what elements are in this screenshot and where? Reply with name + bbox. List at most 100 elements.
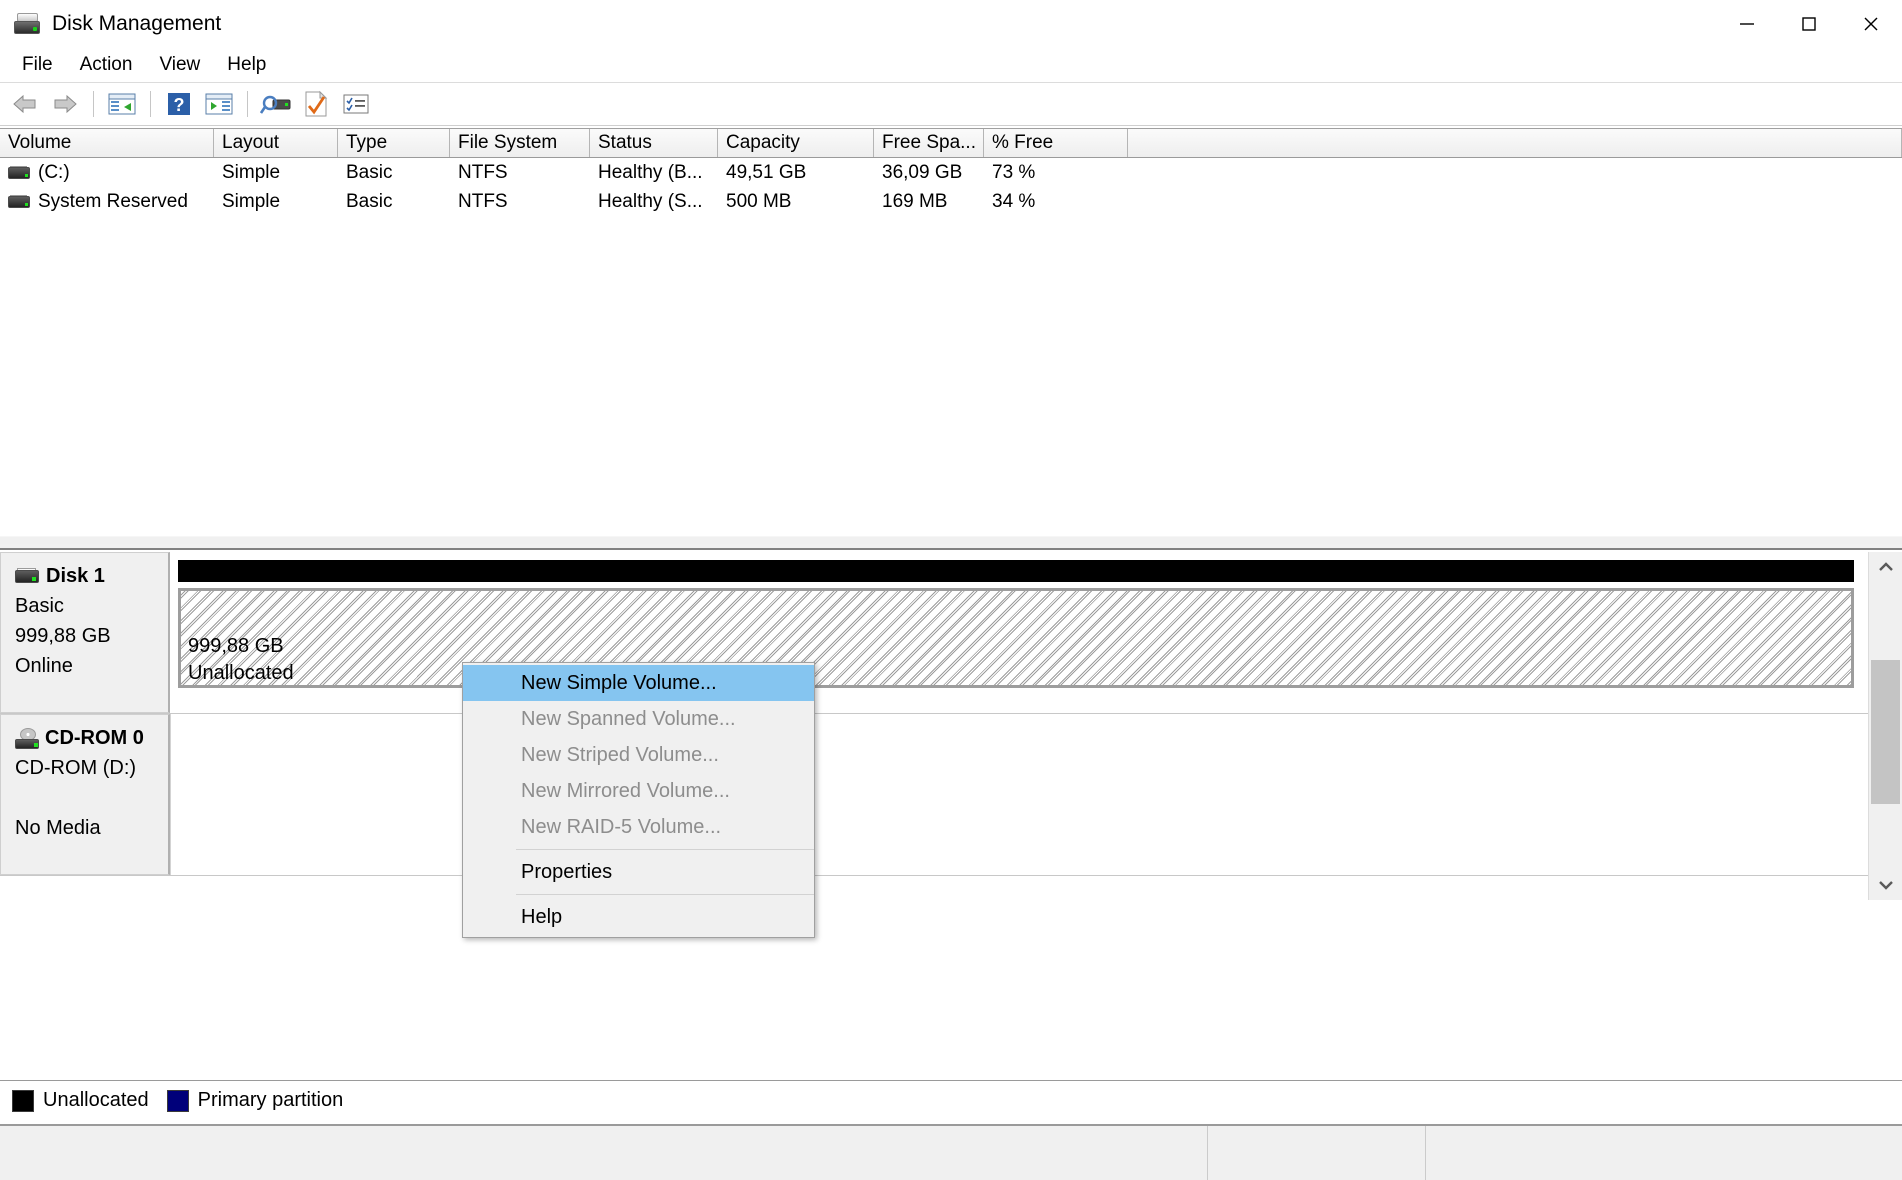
menu-help[interactable]: Help <box>215 51 278 79</box>
cell-free-space: 36,09 GB <box>882 161 963 183</box>
close-button[interactable] <box>1840 0 1902 48</box>
disk-name: CD-ROM 0 <box>45 727 144 749</box>
disk-row-cdrom0[interactable]: CD-ROM 0 CD-ROM (D:) No Media <box>0 714 1868 876</box>
partition-label: 999,88 GB Unallocated <box>188 633 294 685</box>
toolbar-separator <box>150 91 151 117</box>
context-menu-separator <box>515 849 814 850</box>
disk-drive-icon <box>15 568 39 583</box>
status-bar <box>0 1124 1902 1180</box>
column-header-capacity[interactable]: Capacity <box>718 129 874 157</box>
disk-state: Online <box>15 655 73 677</box>
column-header-status[interactable]: Status <box>590 129 718 157</box>
menu-item-new-mirrored-volume: New Mirrored Volume... <box>521 779 730 802</box>
disk-name: Disk 1 <box>46 565 105 587</box>
column-header-file-system[interactable]: File System <box>450 129 590 157</box>
menu-bar: File Action View Help <box>0 48 1902 82</box>
disk-title: CD-ROM 0 <box>15 727 158 750</box>
title-bar: Disk Management <box>0 0 1902 48</box>
disk-size: 999,88 GB <box>15 625 111 647</box>
menu-item-new-raid5-volume: New RAID-5 Volume... <box>521 815 722 838</box>
menu-view[interactable]: View <box>147 51 212 79</box>
toolbar-separator <box>93 91 94 117</box>
toolbar: ? <box>0 82 1902 126</box>
disk-type: CD-ROM (D:) <box>15 757 137 779</box>
disk-drive-icon <box>14 13 40 35</box>
column-header-free-space[interactable]: Free Spa... <box>874 129 984 157</box>
cell-type: Basic <box>346 190 393 212</box>
table-row[interactable]: System Reserved Simple Basic NTFS Health… <box>0 187 1902 216</box>
graphical-view-scrollbar[interactable] <box>1868 552 1902 900</box>
menu-item-new-simple-volume[interactable]: New Simple Volume... <box>463 665 814 701</box>
unallocated-hatch-pattern <box>181 591 1851 685</box>
partition-status: Unallocated <box>188 662 294 684</box>
window-controls <box>1716 0 1902 48</box>
cell-free-space: 169 MB <box>882 190 948 212</box>
legend-swatch-unallocated <box>12 1089 34 1112</box>
disk-info-cdrom0[interactable]: CD-ROM 0 CD-ROM (D:) No Media <box>0 714 170 875</box>
svg-text:?: ? <box>174 95 185 115</box>
maximize-button[interactable] <box>1778 0 1840 48</box>
column-header-layout[interactable]: Layout <box>214 129 338 157</box>
cdrom-drive-icon <box>15 727 41 750</box>
cell-volume-label: (C:) <box>38 161 70 183</box>
minimize-button[interactable] <box>1716 0 1778 48</box>
column-header-volume[interactable]: Volume <box>0 129 214 157</box>
menu-action[interactable]: Action <box>68 51 145 79</box>
column-header-percent-free[interactable]: % Free <box>984 129 1128 157</box>
status-cell-secondary <box>1208 1126 1426 1180</box>
disk-info-disk1[interactable]: Disk 1 Basic 999,88 GB Online <box>0 552 170 713</box>
legend-swatch-primary-partition <box>166 1089 189 1112</box>
cell-status: Healthy (S... <box>598 190 703 212</box>
show-hide-action-pane-icon[interactable] <box>200 86 238 122</box>
show-hide-console-tree-icon[interactable] <box>103 86 141 122</box>
scrollbar-thumb[interactable] <box>1871 660 1900 804</box>
context-menu: New Simple Volume... New Spanned Volume.… <box>462 662 815 938</box>
help-icon[interactable]: ? <box>160 86 198 122</box>
partition-size: 999,88 GB <box>188 635 284 657</box>
volume-list-header: Volume Layout Type File System Status Ca… <box>0 128 1902 158</box>
graphical-view: Disk 1 Basic 999,88 GB Online 999,88 GB … <box>0 552 1868 900</box>
cell-layout: Simple <box>222 161 281 183</box>
volume-drive-icon <box>8 165 30 179</box>
disk-row-disk1[interactable]: Disk 1 Basic 999,88 GB Online 999,88 GB … <box>0 552 1868 714</box>
cell-status: Healthy (B... <box>598 161 703 183</box>
legend-label-primary-partition: Primary partition <box>197 1089 344 1111</box>
properties-icon[interactable] <box>297 86 335 122</box>
menu-item-help[interactable]: Help <box>463 899 814 935</box>
menu-item-new-spanned-volume: New Spanned Volume... <box>521 707 736 730</box>
column-header-type[interactable]: Type <box>338 129 450 157</box>
cell-file-system: NTFS <box>458 161 508 183</box>
cell-volume: System Reserved <box>0 191 214 213</box>
back-icon[interactable] <box>6 86 44 122</box>
cell-layout: Simple <box>222 190 281 212</box>
disk-title: Disk 1 <box>15 565 158 588</box>
disk-partitions-disk1: 999,88 GB Unallocated <box>170 552 1868 713</box>
legend-label-unallocated: Unallocated <box>43 1089 149 1111</box>
legend: Unallocated Primary partition <box>0 1080 1902 1120</box>
status-cell-main <box>0 1126 1208 1180</box>
toolbar-separator <box>247 91 248 117</box>
status-cell-tertiary <box>1426 1126 1902 1180</box>
cell-capacity: 500 MB <box>726 190 792 212</box>
list-view-icon[interactable] <box>337 86 375 122</box>
context-menu-separator <box>515 894 814 895</box>
table-row[interactable]: (C:) Simple Basic NTFS Healthy (B... 49,… <box>0 158 1902 187</box>
scroll-down-icon[interactable] <box>1869 870 1902 900</box>
menu-item-properties[interactable]: Properties <box>463 854 814 890</box>
menu-file[interactable]: File <box>10 51 65 79</box>
cell-capacity: 49,51 GB <box>726 161 807 183</box>
disk-size <box>15 787 158 810</box>
scroll-up-icon[interactable] <box>1869 552 1902 582</box>
forward-icon[interactable] <box>46 86 84 122</box>
pane-splitter[interactable] <box>0 536 1902 550</box>
column-header-filler <box>1128 129 1902 157</box>
volume-list: Volume Layout Type File System Status Ca… <box>0 128 1902 536</box>
legend-item-unallocated: Unallocated <box>12 1089 149 1112</box>
partition-unallocated[interactable]: 999,88 GB Unallocated <box>178 588 1854 688</box>
window-title: Disk Management <box>52 12 222 35</box>
cell-volume-label: System Reserved <box>38 190 188 212</box>
volume-drive-icon <box>8 194 30 208</box>
rescan-disks-icon[interactable] <box>257 86 295 122</box>
cell-type: Basic <box>346 161 393 183</box>
disk-state: No Media <box>15 817 101 839</box>
